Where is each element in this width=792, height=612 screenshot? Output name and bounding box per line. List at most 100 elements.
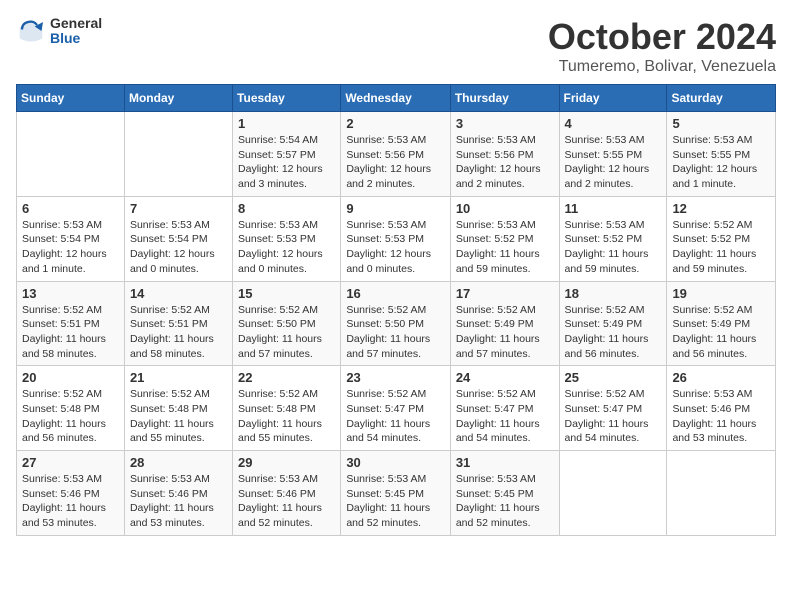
day-number: 23	[346, 370, 445, 385]
calendar-cell: 14 Sunrise: 5:52 AM Sunset: 5:51 PM Dayli…	[124, 281, 232, 366]
day-number: 15	[238, 286, 335, 301]
calendar-cell: 11 Sunrise: 5:53 AM Sunset: 5:52 PM Dayli…	[559, 196, 667, 281]
day-info: Sunrise: 5:54 AM Sunset: 5:57 PM Dayligh…	[238, 133, 335, 192]
day-info: Sunrise: 5:53 AM Sunset: 5:55 PM Dayligh…	[565, 133, 662, 192]
week-row-3: 13 Sunrise: 5:52 AM Sunset: 5:51 PM Dayli…	[17, 281, 776, 366]
day-number: 22	[238, 370, 335, 385]
page-header: General Blue October 2024 Tumeremo, Boli…	[16, 16, 776, 76]
header-tuesday: Tuesday	[233, 85, 341, 112]
day-info: Sunrise: 5:52 AM Sunset: 5:51 PM Dayligh…	[130, 303, 227, 362]
day-number: 13	[22, 286, 119, 301]
day-number: 18	[565, 286, 662, 301]
day-number: 14	[130, 286, 227, 301]
calendar-cell: 3Sunrise: 5:53 AM Sunset: 5:56 PM Daylig…	[450, 112, 559, 197]
week-row-5: 27 Sunrise: 5:53 AM Sunset: 5:46 PM Dayli…	[17, 451, 776, 536]
day-number: 28	[130, 455, 227, 470]
day-number: 29	[238, 455, 335, 470]
day-info: Sunrise: 5:53 AM Sunset: 5:46 PM Dayligh…	[238, 472, 335, 531]
day-number: 19	[672, 286, 770, 301]
calendar-cell: 2Sunrise: 5:53 AM Sunset: 5:56 PM Daylig…	[341, 112, 451, 197]
day-info: Sunrise: 5:53 AM Sunset: 5:45 PM Dayligh…	[456, 472, 554, 531]
day-info: Sunrise: 5:52 AM Sunset: 5:49 PM Dayligh…	[456, 303, 554, 362]
day-number: 27	[22, 455, 119, 470]
calendar-cell: 31 Sunrise: 5:53 AM Sunset: 5:45 PM Dayli…	[450, 451, 559, 536]
calendar-cell: 9 Sunrise: 5:53 AM Sunset: 5:53 PM Daylig…	[341, 196, 451, 281]
calendar-cell: 5 Sunrise: 5:53 AM Sunset: 5:55 PM Daylig…	[667, 112, 776, 197]
day-number: 10	[456, 201, 554, 216]
day-number: 11	[565, 201, 662, 216]
day-number: 20	[22, 370, 119, 385]
day-info: Sunrise: 5:52 AM Sunset: 5:47 PM Dayligh…	[346, 387, 445, 446]
day-info: Sunrise: 5:53 AM Sunset: 5:54 PM Dayligh…	[22, 218, 119, 277]
day-info: Sunrise: 5:53 AM Sunset: 5:46 PM Dayligh…	[130, 472, 227, 531]
day-info: Sunrise: 5:53 AM Sunset: 5:52 PM Dayligh…	[565, 218, 662, 277]
calendar-cell: 29 Sunrise: 5:53 AM Sunset: 5:46 PM Dayli…	[233, 451, 341, 536]
day-number: 25	[565, 370, 662, 385]
week-row-4: 20 Sunrise: 5:52 AM Sunset: 5:48 PM Dayli…	[17, 366, 776, 451]
day-info: Sunrise: 5:52 AM Sunset: 5:51 PM Dayligh…	[22, 303, 119, 362]
calendar-cell: 10 Sunrise: 5:53 AM Sunset: 5:52 PM Dayli…	[450, 196, 559, 281]
calendar-cell: 17 Sunrise: 5:52 AM Sunset: 5:49 PM Dayli…	[450, 281, 559, 366]
day-number: 31	[456, 455, 554, 470]
header-wednesday: Wednesday	[341, 85, 451, 112]
day-info: Sunrise: 5:53 AM Sunset: 5:46 PM Dayligh…	[672, 387, 770, 446]
calendar-cell: 26 Sunrise: 5:53 AM Sunset: 5:46 PM Dayli…	[667, 366, 776, 451]
day-info: Sunrise: 5:52 AM Sunset: 5:50 PM Dayligh…	[238, 303, 335, 362]
calendar-cell: 16 Sunrise: 5:52 AM Sunset: 5:50 PM Dayli…	[341, 281, 451, 366]
day-info: Sunrise: 5:53 AM Sunset: 5:55 PM Dayligh…	[672, 133, 770, 192]
calendar-cell	[124, 112, 232, 197]
day-info: Sunrise: 5:52 AM Sunset: 5:52 PM Dayligh…	[672, 218, 770, 277]
day-number: 30	[346, 455, 445, 470]
day-info: Sunrise: 5:52 AM Sunset: 5:49 PM Dayligh…	[565, 303, 662, 362]
day-number: 24	[456, 370, 554, 385]
logo-general: General	[50, 16, 102, 31]
calendar-cell: 4Sunrise: 5:53 AM Sunset: 5:55 PM Daylig…	[559, 112, 667, 197]
day-info: Sunrise: 5:52 AM Sunset: 5:47 PM Dayligh…	[456, 387, 554, 446]
day-number: 5	[672, 116, 770, 131]
calendar-header-row: SundayMondayTuesdayWednesdayThursdayFrid…	[17, 85, 776, 112]
day-number: 26	[672, 370, 770, 385]
day-number: 17	[456, 286, 554, 301]
week-row-1: 1 Sunrise: 5:54 AM Sunset: 5:57 PM Daylig…	[17, 112, 776, 197]
day-number: 6	[22, 201, 119, 216]
calendar-cell: 7Sunrise: 5:53 AM Sunset: 5:54 PM Daylig…	[124, 196, 232, 281]
week-row-2: 6 Sunrise: 5:53 AM Sunset: 5:54 PM Daylig…	[17, 196, 776, 281]
day-number: 8	[238, 201, 335, 216]
calendar-cell: 1 Sunrise: 5:54 AM Sunset: 5:57 PM Daylig…	[233, 112, 341, 197]
day-info: Sunrise: 5:53 AM Sunset: 5:53 PM Dayligh…	[238, 218, 335, 277]
calendar-cell	[17, 112, 125, 197]
logo: General Blue	[16, 16, 102, 47]
calendar-cell: 20 Sunrise: 5:52 AM Sunset: 5:48 PM Dayli…	[17, 366, 125, 451]
calendar-cell: 27 Sunrise: 5:53 AM Sunset: 5:46 PM Dayli…	[17, 451, 125, 536]
day-number: 16	[346, 286, 445, 301]
logo-icon	[16, 16, 46, 46]
day-info: Sunrise: 5:52 AM Sunset: 5:47 PM Dayligh…	[565, 387, 662, 446]
calendar-cell: 24 Sunrise: 5:52 AM Sunset: 5:47 PM Dayli…	[450, 366, 559, 451]
header-sunday: Sunday	[17, 85, 125, 112]
day-info: Sunrise: 5:52 AM Sunset: 5:50 PM Dayligh…	[346, 303, 445, 362]
day-info: Sunrise: 5:52 AM Sunset: 5:49 PM Dayligh…	[672, 303, 770, 362]
calendar-cell: 6 Sunrise: 5:53 AM Sunset: 5:54 PM Daylig…	[17, 196, 125, 281]
calendar-cell: 30Sunrise: 5:53 AM Sunset: 5:45 PM Dayli…	[341, 451, 451, 536]
day-info: Sunrise: 5:53 AM Sunset: 5:52 PM Dayligh…	[456, 218, 554, 277]
day-info: Sunrise: 5:53 AM Sunset: 5:53 PM Dayligh…	[346, 218, 445, 277]
day-info: Sunrise: 5:53 AM Sunset: 5:46 PM Dayligh…	[22, 472, 119, 531]
day-number: 7	[130, 201, 227, 216]
day-number: 2	[346, 116, 445, 131]
day-number: 9	[346, 201, 445, 216]
day-info: Sunrise: 5:52 AM Sunset: 5:48 PM Dayligh…	[130, 387, 227, 446]
day-number: 1	[238, 116, 335, 131]
calendar-cell	[667, 451, 776, 536]
title-block: October 2024 Tumeremo, Bolivar, Venezuel…	[548, 16, 776, 76]
calendar: SundayMondayTuesdayWednesdayThursdayFrid…	[16, 84, 776, 536]
header-friday: Friday	[559, 85, 667, 112]
logo-text: General Blue	[50, 16, 102, 47]
day-info: Sunrise: 5:52 AM Sunset: 5:48 PM Dayligh…	[22, 387, 119, 446]
header-monday: Monday	[124, 85, 232, 112]
calendar-cell: 18 Sunrise: 5:52 AM Sunset: 5:49 PM Dayli…	[559, 281, 667, 366]
calendar-cell: 22Sunrise: 5:52 AM Sunset: 5:48 PM Dayli…	[233, 366, 341, 451]
calendar-cell: 21Sunrise: 5:52 AM Sunset: 5:48 PM Dayli…	[124, 366, 232, 451]
month-title: October 2024	[548, 16, 776, 58]
header-thursday: Thursday	[450, 85, 559, 112]
calendar-cell: 12Sunrise: 5:52 AM Sunset: 5:52 PM Dayli…	[667, 196, 776, 281]
